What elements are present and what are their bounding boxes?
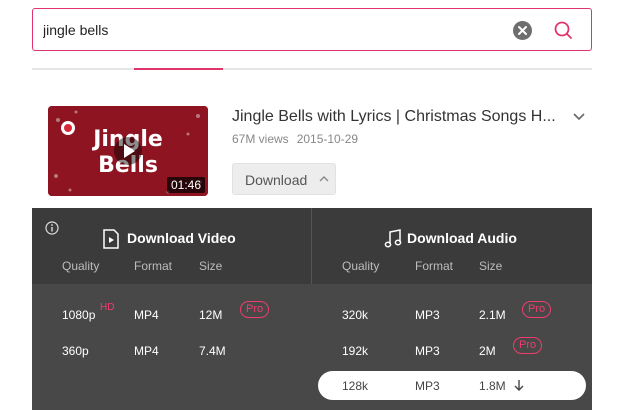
video-row-2-format: MP4 <box>134 344 159 358</box>
download-arrow-icon[interactable] <box>513 379 525 392</box>
audio-quality-header: Quality <box>342 259 380 273</box>
audio-row-2-format: MP3 <box>415 344 440 358</box>
tab-strip <box>32 68 592 70</box>
video-meta: 67M views 2015-10-29 <box>232 132 358 146</box>
video-row-2-size: 7.4M <box>199 344 226 358</box>
chevron-down-icon[interactable] <box>572 110 586 124</box>
hd-badge: HD <box>100 302 115 313</box>
selected-audio-row[interactable]: 128k MP3 1.8M <box>318 371 586 400</box>
active-tab-indicator <box>134 68 223 70</box>
section-divider <box>311 208 312 284</box>
video-thumbnail[interactable]: Jingle Bells 01:46 <box>48 106 208 196</box>
audio-row-3-quality: 128k <box>342 379 369 393</box>
video-row-1-format: MP4 <box>134 308 159 322</box>
download-video-title: Download Video <box>127 230 236 246</box>
music-note-icon <box>384 229 402 248</box>
video-size-header: Size <box>199 259 223 273</box>
search-bar <box>32 8 592 51</box>
upload-date: 2015-10-29 <box>296 132 359 146</box>
audio-row-3-size: 1.8M <box>479 379 506 393</box>
audio-row-2-size: 2M <box>479 344 496 358</box>
close-circle-icon[interactable] <box>513 21 532 40</box>
audio-row-1-format: MP3 <box>415 308 440 322</box>
video-format-header: Format <box>134 259 173 273</box>
audio-row-2-quality[interactable]: 192k <box>342 344 368 358</box>
view-count: 67M views <box>232 132 289 146</box>
info-icon[interactable] <box>45 221 59 235</box>
video-row-2-quality[interactable]: 360p <box>62 344 89 358</box>
chevron-up-icon <box>319 176 329 182</box>
download-audio-title: Download Audio <box>407 230 517 246</box>
video-file-icon <box>103 229 119 249</box>
pro-badge[interactable]: Pro <box>522 301 552 318</box>
audio-size-header: Size <box>479 259 503 273</box>
download-button-label: Download <box>245 172 308 188</box>
video-row-1-size: 12M <box>199 308 223 322</box>
audio-row-1-quality[interactable]: 320k <box>342 308 368 322</box>
pro-badge[interactable]: Pro <box>240 301 270 318</box>
search-icon[interactable] <box>552 19 574 41</box>
audio-row-3-format: MP3 <box>415 379 440 393</box>
download-panel: Download Video Quality Format Size 1080p… <box>32 208 592 410</box>
download-button[interactable]: Download <box>232 163 336 195</box>
audio-format-header: Format <box>415 259 454 273</box>
audio-row-1-size: 2.1M <box>479 308 506 322</box>
search-input[interactable] <box>43 9 503 50</box>
video-row-1-quality[interactable]: 1080p <box>62 308 95 322</box>
video-duration: 01:46 <box>166 177 205 193</box>
pro-badge[interactable]: Pro <box>513 337 543 354</box>
video-title[interactable]: Jingle Bells with Lyrics | Christmas Son… <box>232 108 572 126</box>
video-quality-header: Quality <box>62 259 100 273</box>
